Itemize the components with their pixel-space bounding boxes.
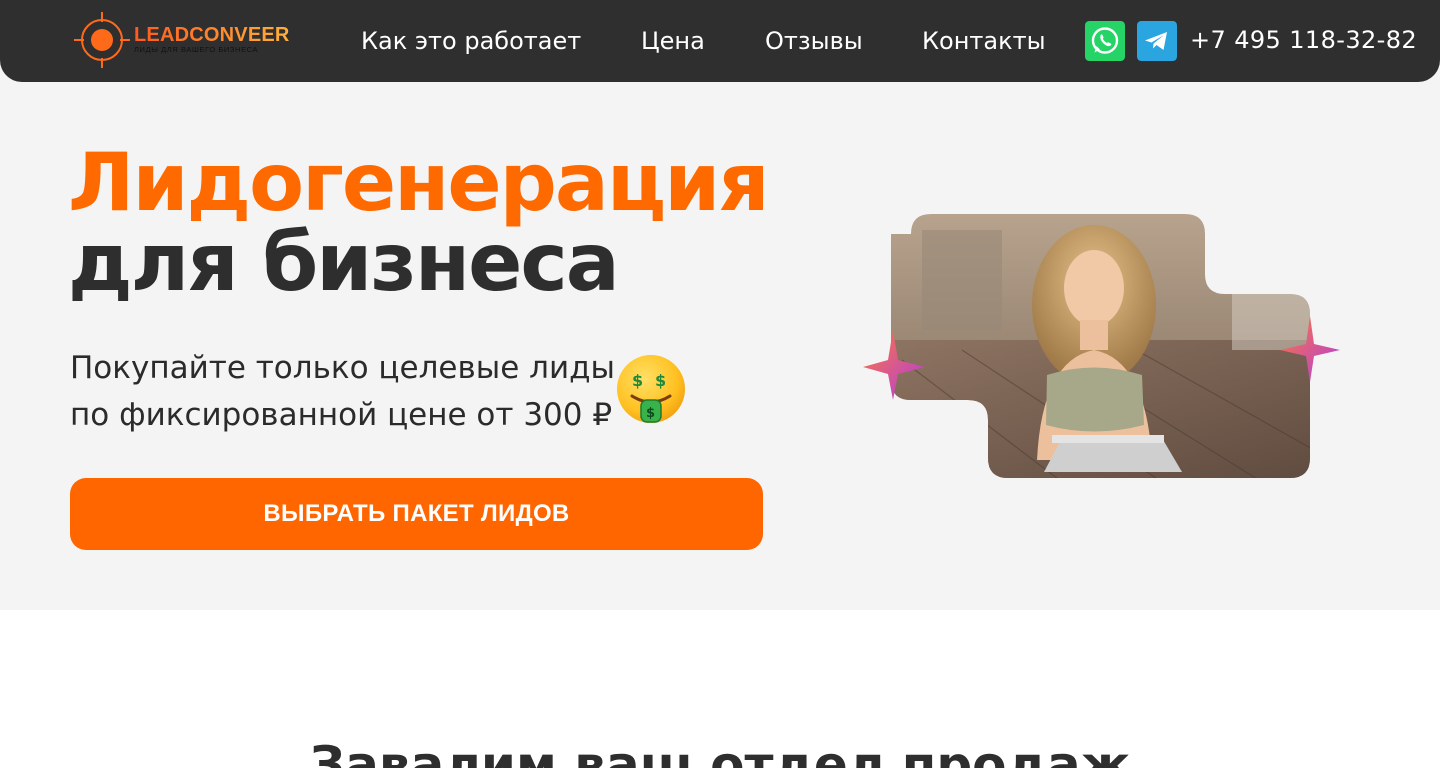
nav-link[interactable]: Контакты (922, 27, 1046, 55)
nav-link[interactable]: Отзывы (765, 27, 863, 55)
hero-title: для бизнеса (68, 216, 620, 309)
logo-wordmark: LEADCONVEER (134, 24, 290, 46)
nav-item-price[interactable]: Цена (641, 0, 705, 82)
svg-text:$: $ (632, 371, 643, 390)
money-mouth-face-icon: $ $ $ (617, 355, 685, 423)
svg-text:$: $ (646, 406, 655, 421)
whatsapp-icon[interactable] (1085, 21, 1125, 61)
telegram-icon[interactable] (1137, 21, 1177, 61)
nav-item-contacts[interactable]: Контакты (922, 0, 1046, 82)
section-title: Завалим ваш отдел продаж (309, 736, 1131, 768)
choose-lead-package-button[interactable]: ВЫБРАТЬ ПАКЕТ ЛИДОВ (70, 478, 763, 550)
hero-photo (863, 214, 1340, 478)
hero-section: Лидогенерация для бизнеса Покупайте толь… (0, 0, 1440, 610)
hero-subtitle: Покупайте только целевые лиды по фиксиро… (70, 345, 630, 439)
nav-link[interactable]: Как это работает (361, 27, 581, 55)
hero-subtitle-line: по фиксированной цене от 300 ₽ (70, 397, 613, 433)
logo-tagline: ЛИДЫ ДЛЯ ВАШЕГО БИЗНЕСА (134, 45, 259, 54)
phone-link[interactable]: +7 495 118-32-82 (1190, 26, 1417, 54)
nav-item-how-it-works[interactable]: Как это работает (361, 0, 581, 82)
site-header: LEADCONVEER ЛИДЫ ДЛЯ ВАШЕГО БИЗНЕСА Как … (0, 0, 1440, 82)
hero-subtitle-line: Покупайте только целевые лиды (70, 350, 615, 386)
nav-link[interactable]: Цена (641, 27, 705, 55)
nav-item-reviews[interactable]: Отзывы (765, 0, 863, 82)
logo[interactable]: LEADCONVEER ЛИДЫ ДЛЯ ВАШЕГО БИЗНЕСА (74, 12, 314, 70)
target-icon (74, 12, 130, 68)
svg-text:$: $ (655, 371, 666, 390)
